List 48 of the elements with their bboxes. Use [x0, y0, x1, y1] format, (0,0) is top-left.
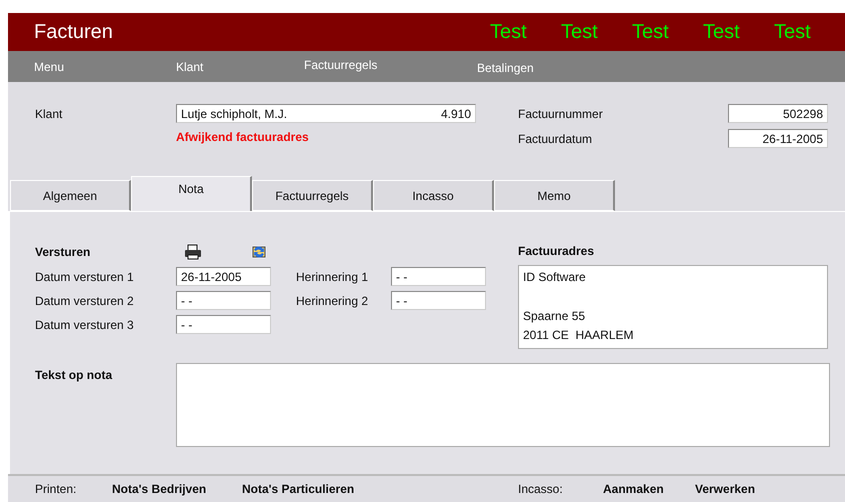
footer-link[interactable]: Nota's Bedrijven [112, 482, 242, 496]
date-field[interactable]: - - [391, 291, 486, 310]
tab[interactable]: Incasso [373, 180, 494, 211]
field-label: Herinnering 1 [296, 270, 370, 284]
section-heading: Factuuradres [518, 244, 596, 258]
field-label: Herinnering 2 [296, 294, 370, 308]
date-field[interactable]: 26-11-2005 [176, 267, 271, 286]
address-box[interactable]: ID Software Spaarne 55 2011 CE HAARLEM [518, 265, 828, 349]
field-label: Factuurnummer [518, 106, 604, 120]
tab[interactable]: Memo [494, 180, 615, 211]
address-line: 2011 CE HAARLEM [523, 326, 634, 344]
footer-link[interactable]: Aanmaken [603, 482, 695, 496]
test-label: Test [632, 20, 670, 44]
field-label: Tekst op nota [35, 368, 114, 382]
test-label: Test [490, 20, 528, 44]
field-label: Datum versturen 1 [35, 270, 135, 284]
date-field[interactable]: - - [176, 315, 271, 334]
date-field[interactable]: - - [391, 267, 486, 286]
field-label: Datum versturen 2 [35, 294, 135, 308]
test-label: Test [774, 20, 812, 44]
footer-label: Printen: [35, 482, 78, 496]
printer-icon[interactable] [184, 244, 202, 260]
menu-item[interactable]: Betalingen [477, 60, 597, 74]
input-field[interactable]: 502298 [728, 104, 828, 123]
field-label: Factuurdatum [518, 132, 594, 146]
menu-item[interactable]: Menu [34, 60, 176, 74]
customer-field[interactable]: Lutje schipholt, M.J. 4.910 [176, 104, 476, 123]
tab[interactable]: Factuurregels [252, 180, 373, 211]
customer-name: Lutje schipholt, M.J. [181, 106, 288, 120]
customer-number: 4.910 [440, 106, 471, 120]
input-field[interactable]: 26-11-2005 [728, 129, 828, 148]
address-line: ID Software [523, 269, 586, 286]
tab[interactable]: Nota [131, 176, 252, 211]
footer-label: Incasso: [518, 482, 564, 496]
tab[interactable]: Algemeen [10, 180, 131, 211]
field-label: Klant [35, 107, 64, 123]
section-heading: Versturen [35, 245, 92, 259]
test-label: Test [703, 20, 741, 44]
address-line: Spaarne 55 [523, 308, 586, 325]
menu-item[interactable]: Factuurregels [304, 58, 477, 72]
test-label: Test [561, 20, 599, 44]
app-title: Facturen [34, 20, 114, 44]
footer-link[interactable]: Verwerken [695, 482, 787, 496]
field-label: Datum versturen 3 [35, 318, 135, 332]
date-field[interactable]: - - [176, 291, 271, 310]
footer-link[interactable]: Nota's Particulieren [242, 482, 518, 496]
menu-item[interactable]: Klant [176, 60, 304, 74]
refresh-icon[interactable] [250, 244, 268, 260]
